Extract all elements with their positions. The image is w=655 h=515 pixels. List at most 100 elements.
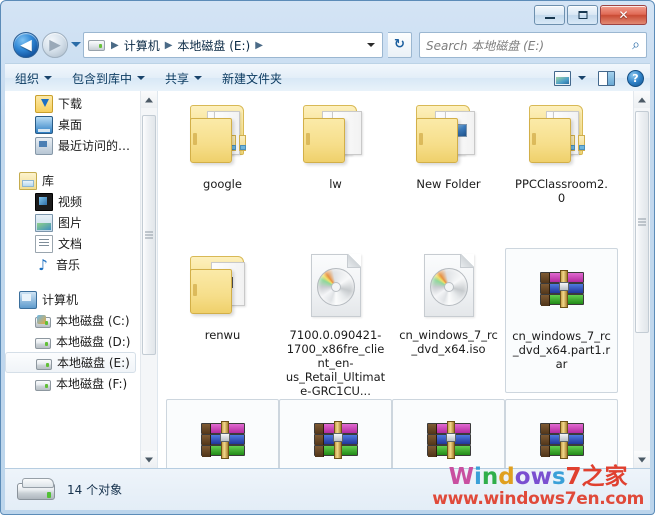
- rar-archive-icon: [299, 404, 373, 468]
- sidebar-scroll-up-button[interactable]: [141, 91, 157, 108]
- explorer-body: 下载 桌面 最近访问的位置 库 视频 图片 文档 ♪ 音乐 计算机 本地磁盘 (…: [5, 91, 650, 468]
- forward-button[interactable]: ▶: [42, 32, 68, 58]
- iso-file-icon: [299, 252, 373, 324]
- sidebar-scrollbar[interactable]: [140, 91, 157, 468]
- folder-with-image-icon: [186, 252, 260, 324]
- file-tile[interactable]: New Folder: [392, 97, 505, 242]
- file-tile[interactable]: PPCClassroom2.0: [505, 97, 618, 242]
- sidebar-item-videos[interactable]: 视频: [5, 191, 140, 212]
- video-icon: [35, 192, 53, 211]
- command-toolbar: 组织 包含到库中 共享 新建文件夹 ?: [5, 63, 650, 93]
- toolbar-label-share: 共享: [165, 71, 190, 86]
- sidebar-item-drive-f[interactable]: 本地磁盘 (F:): [5, 373, 140, 394]
- search-icon: ⌕: [632, 37, 640, 53]
- sidebar-item-documents[interactable]: 文档: [5, 233, 140, 254]
- sidebar-label-documents: 文档: [58, 237, 83, 251]
- forward-arrow-icon: ▶: [49, 35, 61, 54]
- folder-with-photos-icon: [412, 101, 486, 173]
- sidebar-item-pictures[interactable]: 图片: [5, 212, 140, 233]
- breadcrumb-drive-e[interactable]: 本地磁盘 (E:): [176, 37, 251, 54]
- sidebar-item-desktop[interactable]: 桌面: [5, 114, 140, 135]
- file-name: PPCClassroom2.0: [515, 177, 608, 205]
- window-controls: ✕: [534, 5, 647, 25]
- drive-icon: [88, 39, 105, 51]
- file-name: 7100.0.090421-1700_x86fre_client_en-us_R…: [285, 328, 386, 398]
- breadcrumb-separator-2[interactable]: ▶: [251, 40, 267, 51]
- maximize-button[interactable]: [567, 5, 598, 25]
- search-box[interactable]: Search 本地磁盘 (E:) ⌕: [419, 32, 647, 58]
- change-view-icon[interactable]: [554, 70, 571, 86]
- picture-icon: [35, 213, 53, 232]
- toolbar-item-organize[interactable]: 组织: [5, 67, 62, 89]
- minimize-button[interactable]: [534, 5, 565, 25]
- file-list-pane: google lw New Folder PPCClassroom2.0 ren…: [158, 91, 650, 468]
- sidebar-item-recent-places[interactable]: 最近访问的位置: [5, 135, 140, 156]
- file-tile[interactable]: [505, 399, 618, 468]
- address-bar-row: ◀ ▶ ▶ 计算机 ▶ 本地磁盘 (E:) ▶ ↻ Search 本地磁盘 (E…: [5, 29, 650, 63]
- breadcrumb-computer[interactable]: 计算机: [123, 37, 161, 54]
- help-icon[interactable]: ?: [627, 69, 644, 87]
- file-name: lw: [329, 177, 342, 191]
- sidebar-item-drive-c[interactable]: 本地磁盘 (C:): [5, 310, 140, 331]
- file-tile[interactable]: [166, 399, 279, 468]
- sidebar-item-music[interactable]: ♪ 音乐: [5, 254, 140, 275]
- file-name: cn_windows_7_rc_dvd_x64.part1.rar: [512, 329, 611, 371]
- file-tile[interactable]: google: [166, 97, 279, 242]
- system-drive-icon: [35, 314, 51, 328]
- sidebar-label-music: 音乐: [56, 258, 81, 272]
- scroll-thumb[interactable]: [635, 111, 649, 333]
- breadcrumb-separator-1[interactable]: ▶: [161, 40, 177, 51]
- toolbar-item-share[interactable]: 共享: [155, 67, 212, 89]
- file-tile[interactable]: cn_windows_7_rc_dvd_x64.iso: [392, 248, 505, 393]
- refresh-button[interactable]: ↻: [388, 32, 412, 58]
- status-bar: 14 个对象: [5, 468, 650, 510]
- minimize-icon: [544, 16, 555, 19]
- sidebar-label-drive-f: 本地磁盘 (F:): [56, 377, 128, 391]
- rar-archive-icon: [186, 404, 260, 468]
- document-icon: [35, 234, 53, 253]
- sidebar-item-libraries[interactable]: 库: [5, 170, 140, 191]
- folder-with-sheets-icon: [299, 101, 373, 173]
- file-tile[interactable]: renwu: [166, 248, 279, 393]
- history-dropdown-icon[interactable]: [71, 42, 81, 47]
- file-tile[interactable]: cn_windows_7_rc_dvd_x64.part1.rar: [505, 248, 618, 393]
- toolbar-item-new-folder[interactable]: 新建文件夹: [212, 67, 292, 89]
- sidebar-item-drive-e[interactable]: 本地磁盘 (E:): [5, 352, 136, 373]
- scroll-down-button[interactable]: [634, 451, 650, 468]
- explorer-window: ✕ ◀ ▶ ▶ 计算机 ▶ 本地磁盘 (E:) ▶ ↻ Search 本地磁盘 …: [0, 0, 655, 515]
- library-icon: [19, 171, 37, 190]
- toolbar-right-group: ?: [554, 69, 650, 87]
- back-button[interactable]: ◀: [13, 32, 39, 58]
- file-list-scrollbar[interactable]: [633, 91, 650, 468]
- drive-icon: [35, 379, 51, 391]
- sidebar-scroll-thumb[interactable]: [142, 115, 156, 355]
- file-grid: google lw New Folder PPCClassroom2.0 ren…: [158, 91, 633, 468]
- rar-archive-icon: [412, 404, 486, 468]
- close-button[interactable]: ✕: [600, 5, 647, 25]
- breadcrumb-separator-0[interactable]: ▶: [107, 40, 123, 51]
- file-tile[interactable]: 7100.0.090421-1700_x86fre_client_en-us_R…: [279, 248, 392, 398]
- file-tile[interactable]: [392, 399, 505, 468]
- recent-places-icon: [35, 136, 53, 155]
- file-name: New Folder: [416, 177, 481, 191]
- sidebar-label-drive-e: 本地磁盘 (E:): [57, 356, 130, 370]
- search-input[interactable]: Search 本地磁盘 (E:): [426, 37, 544, 54]
- sidebar-scroll-down-button[interactable]: [141, 451, 157, 468]
- sidebar-label-recent-places: 最近访问的位置: [58, 139, 140, 153]
- view-chevron-down-icon[interactable]: [578, 76, 586, 80]
- preview-pane-icon[interactable]: [598, 70, 615, 86]
- file-tile[interactable]: [279, 399, 392, 468]
- toolbar-item-include-in-library[interactable]: 包含到库中: [62, 67, 155, 89]
- sidebar-item-downloads[interactable]: 下载: [5, 93, 140, 114]
- sidebar-divider: [5, 156, 140, 170]
- address-bar[interactable]: ▶ 计算机 ▶ 本地磁盘 (E:) ▶: [83, 32, 383, 58]
- drive-icon: [35, 337, 51, 349]
- sidebar-item-computer[interactable]: 计算机: [5, 289, 140, 310]
- scroll-up-button[interactable]: [634, 91, 650, 108]
- drive-icon: [36, 358, 52, 370]
- file-tile[interactable]: lw: [279, 97, 392, 242]
- toolbar-label-organize: 组织: [15, 71, 40, 86]
- music-icon: ♪: [38, 255, 48, 274]
- sidebar-item-drive-d[interactable]: 本地磁盘 (D:): [5, 331, 140, 352]
- address-dropdown-icon[interactable]: [367, 43, 375, 47]
